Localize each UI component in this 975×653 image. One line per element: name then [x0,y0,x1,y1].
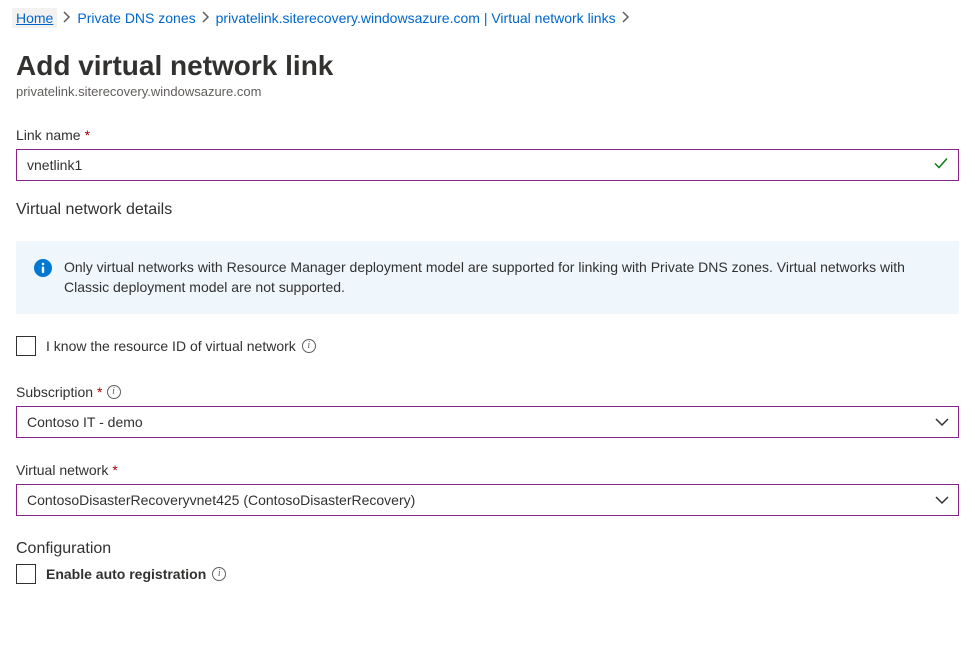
enable-auto-registration-checkbox[interactable] [16,564,36,584]
help-icon[interactable]: i [212,567,226,581]
page-subtitle: privatelink.siterecovery.windowsazure.co… [16,84,959,99]
required-indicator: * [112,462,117,478]
link-name-input[interactable] [16,149,959,181]
subscription-dropdown[interactable]: Contoso IT - demo [16,406,959,438]
know-resource-id-checkbox[interactable] [16,336,36,356]
vnet-details-heading: Virtual network details [16,201,959,219]
chevron-right-icon [63,11,71,26]
help-icon[interactable]: i [107,385,121,399]
page-title: Add virtual network link [16,50,959,82]
chevron-right-icon [202,11,210,26]
subscription-label: Subscription * i [16,384,959,400]
configuration-heading: Configuration [16,540,959,558]
info-icon [34,259,52,277]
know-resource-id-label: I know the resource ID of virtual networ… [46,338,316,354]
enable-auto-registration-label: Enable auto registration i [46,566,226,582]
checkmark-icon [933,156,949,175]
chevron-right-icon [622,11,630,26]
info-box: Only virtual networks with Resource Mana… [16,241,959,314]
breadcrumb-dns-zones[interactable]: Private DNS zones [77,10,195,26]
breadcrumb: Home Private DNS zones privatelink.siter… [0,0,975,36]
breadcrumb-zone-detail[interactable]: privatelink.siterecovery.windowsazure.co… [216,10,616,26]
required-indicator: * [97,384,102,400]
virtual-network-dropdown[interactable]: ContosoDisasterRecoveryvnet425 (ContosoD… [16,484,959,516]
virtual-network-label: Virtual network * [16,462,959,478]
required-indicator: * [85,127,90,143]
breadcrumb-home[interactable]: Home [12,8,57,28]
help-icon[interactable]: i [302,339,316,353]
link-name-label: Link name * [16,127,959,143]
info-text: Only virtual networks with Resource Mana… [64,257,941,298]
